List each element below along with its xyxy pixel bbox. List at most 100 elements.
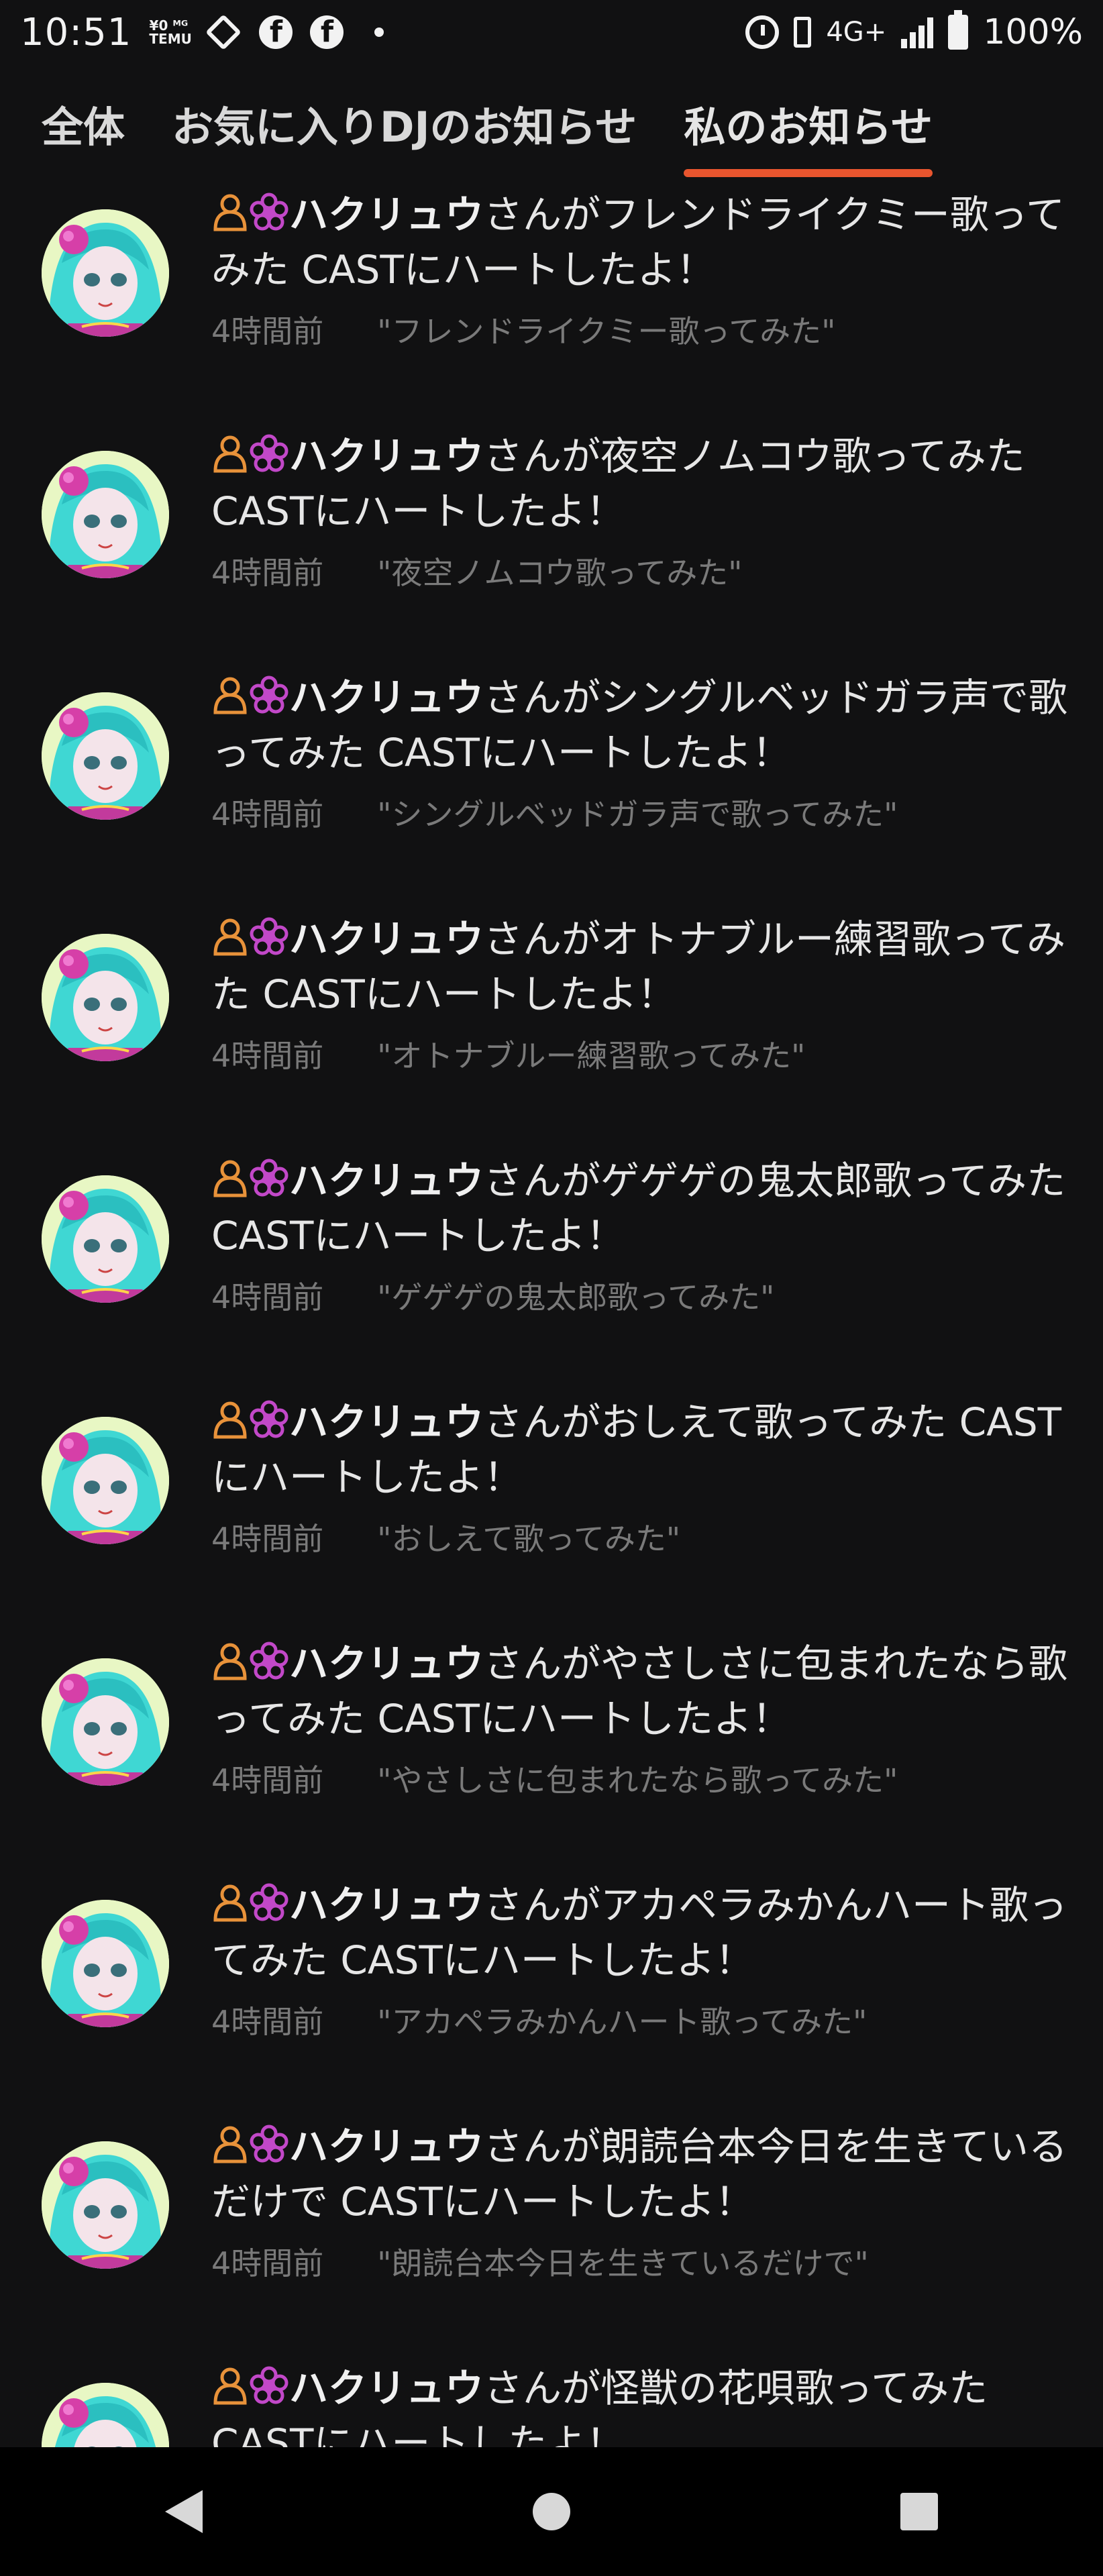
- list-item[interactable]: ハクリュウさんが朗読台本今日を生きているだけで CASTにハートしたよ！ 4時間…: [0, 2114, 1103, 2356]
- avatar[interactable]: [42, 451, 169, 578]
- avatar[interactable]: [42, 1658, 169, 1786]
- cast-title: "ゲゲゲの鬼太郎歌ってみた": [377, 1279, 775, 1316]
- list-item[interactable]: ハクリュウさんがやさしさに包まれたなら歌ってみた CASTにハートしたよ！ 4時…: [0, 1631, 1103, 1873]
- person-icon: [211, 433, 249, 486]
- timestamp: 4時間前: [211, 1038, 324, 1074]
- user-name: ハクリュウ: [289, 2124, 484, 2169]
- flower-icon: [249, 433, 289, 486]
- flower-icon: [249, 2124, 289, 2176]
- notification-meta: 4時間前 "やさしさに包まれたなら歌ってみた": [211, 1756, 1070, 1801]
- notification-list[interactable]: ハクリュウさんがフレンドライクミー歌ってみた CASTにハートしたよ！ 4時間前…: [0, 182, 1103, 2447]
- avatar[interactable]: [42, 934, 169, 1061]
- tab-all[interactable]: 全体: [42, 64, 125, 182]
- notification-content: ハクリュウさんがアカペラみかんハート歌ってみた CASTにハートしたよ！ 4時間…: [211, 1880, 1070, 2042]
- dot-icon: [374, 28, 384, 37]
- home-icon[interactable]: [533, 2493, 570, 2530]
- notification-content: ハクリュウさんがシングルベッドガラ声で歌ってみた CASTにハートしたよ！ 4時…: [211, 672, 1070, 835]
- flower-icon: [249, 675, 289, 727]
- list-item[interactable]: ハクリュウさんが怪獣の花唄歌ってみた CASTにハートしたよ！: [0, 2356, 1103, 2447]
- notification-content: ハクリュウさんがおしえて歌ってみた CASTにハートしたよ！ 4時間前 "おしえ…: [211, 1397, 1070, 1559]
- notification-meta: 4時間前 "朗読台本今日を生きているだけで": [211, 2239, 1070, 2284]
- notification-message: ハクリュウさんがゲゲゲの鬼太郎歌ってみた CASTにハートしたよ！: [211, 1155, 1070, 1261]
- navigation-bar: [0, 2447, 1103, 2576]
- timestamp: 4時間前: [211, 313, 324, 350]
- facebook-icon: f: [310, 15, 344, 49]
- person-icon: [211, 2365, 249, 2418]
- recents-icon[interactable]: [900, 2493, 938, 2530]
- status-bar: 10:51 ¥0 ᴹᴳ TEMU f f 4G+ 100%: [0, 0, 1103, 64]
- notification-message: ハクリュウさんがオトナブルー練習歌ってみた CASTにハートしたよ！: [211, 914, 1070, 1020]
- notification-meta: 4時間前 "ゲゲゲの鬼太郎歌ってみた": [211, 1273, 1070, 1318]
- cast-title: "フレンドライクミー歌ってみた": [377, 313, 836, 350]
- notification-message: ハクリュウさんがアカペラみかんハート歌ってみた CASTにハートしたよ！: [211, 1880, 1070, 1986]
- tab-all-label: 全体: [42, 103, 125, 152]
- notification-content: ハクリュウさんがゲゲゲの鬼太郎歌ってみた CASTにハートしたよ！ 4時間前 "…: [211, 1155, 1070, 1318]
- flower-icon: [249, 1158, 289, 1210]
- notification-message: ハクリュウさんがおしえて歌ってみた CASTにハートしたよ！: [211, 1397, 1070, 1503]
- list-item[interactable]: ハクリュウさんがおしえて歌ってみた CASTにハートしたよ！ 4時間前 "おしえ…: [0, 1390, 1103, 1631]
- notification-message: ハクリュウさんがシングルベッドガラ声で歌ってみた CASTにハートしたよ！: [211, 672, 1070, 778]
- notification-meta: 4時間前 "オトナブルー練習歌ってみた": [211, 1032, 1070, 1076]
- cast-title: "オトナブルー練習歌ってみた": [377, 1038, 806, 1074]
- flower-icon: [249, 2365, 289, 2418]
- battery-percent: 100%: [983, 12, 1083, 52]
- notification-content: ハクリュウさんが夜空ノムコウ歌ってみた CASTにハートしたよ！ 4時間前 "夜…: [211, 431, 1070, 593]
- person-icon: [211, 192, 249, 244]
- temu-icon-line2: TEMU: [149, 31, 192, 47]
- timestamp: 4時間前: [211, 1279, 324, 1316]
- avatar[interactable]: [42, 692, 169, 820]
- avatar[interactable]: [42, 1175, 169, 1303]
- tab-bar: 全体 お気に入りDJのお知らせ 私のお知らせ: [0, 64, 1103, 182]
- avatar[interactable]: [42, 2383, 169, 2447]
- tab-my-notifications-label: 私のお知らせ: [684, 103, 933, 152]
- active-tab-indicator: [684, 169, 933, 177]
- cast-title: "おしえて歌ってみた": [377, 1521, 680, 1557]
- network-type: 4G+: [826, 17, 887, 48]
- timestamp: 4時間前: [211, 1521, 324, 1557]
- list-item[interactable]: ハクリュウさんがゲゲゲの鬼太郎歌ってみた CASTにハートしたよ！ 4時間前 "…: [0, 1148, 1103, 1390]
- vibrate-icon: [794, 17, 812, 48]
- list-item[interactable]: ハクリュウさんがアカペラみかんハート歌ってみた CASTにハートしたよ！ 4時間…: [0, 1873, 1103, 2114]
- notification-content: ハクリュウさんがオトナブルー練習歌ってみた CASTにハートしたよ！ 4時間前 …: [211, 914, 1070, 1076]
- timestamp: 4時間前: [211, 555, 324, 591]
- notification-message: ハクリュウさんが朗読台本今日を生きているだけで CASTにハートしたよ！: [211, 2121, 1070, 2227]
- user-name: ハクリュウ: [289, 916, 484, 962]
- cast-title: "アカペラみかんハート歌ってみた": [377, 2004, 868, 2040]
- back-icon[interactable]: [165, 2490, 203, 2533]
- cast-title: "シングルベッドガラ声で歌ってみた": [377, 796, 898, 833]
- flower-icon: [249, 1641, 289, 1693]
- person-icon: [211, 2124, 249, 2176]
- timestamp: 4時間前: [211, 1762, 324, 1799]
- list-item[interactable]: ハクリュウさんがフレンドライクミー歌ってみた CASTにハートしたよ！ 4時間前…: [0, 182, 1103, 424]
- avatar[interactable]: [42, 1417, 169, 1544]
- notification-meta: 4時間前 "アカペラみかんハート歌ってみた": [211, 1998, 1070, 2042]
- cast-title: "朗読台本今日を生きているだけで": [377, 2245, 869, 2282]
- list-item[interactable]: ハクリュウさんがオトナブルー練習歌ってみた CASTにハートしたよ！ 4時間前 …: [0, 907, 1103, 1148]
- notification-content: ハクリュウさんがフレンドライクミー歌ってみた CASTにハートしたよ！ 4時間前…: [211, 189, 1070, 352]
- avatar[interactable]: [42, 2141, 169, 2269]
- notification-meta: 4時間前 "フレンドライクミー歌ってみた": [211, 307, 1070, 352]
- tab-favorite-dj[interactable]: お気に入りDJのお知らせ: [172, 64, 637, 182]
- avatar[interactable]: [42, 1900, 169, 2027]
- notification-content: ハクリュウさんがやさしさに包まれたなら歌ってみた CASTにハートしたよ！ 4時…: [211, 1638, 1070, 1801]
- notification-content: ハクリュウさんが朗読台本今日を生きているだけで CASTにハートしたよ！ 4時間…: [211, 2121, 1070, 2284]
- person-icon: [211, 675, 249, 727]
- temu-icon: ¥0 ᴹᴳ TEMU: [149, 19, 192, 47]
- diamond-icon: [205, 14, 242, 50]
- list-item[interactable]: ハクリュウさんがシングルベッドガラ声で歌ってみた CASTにハートしたよ！ 4時…: [0, 665, 1103, 907]
- notification-meta: 4時間前 "夜空ノムコウ歌ってみた": [211, 549, 1070, 593]
- flower-icon: [249, 916, 289, 969]
- list-item[interactable]: ハクリュウさんが夜空ノムコウ歌ってみた CASTにハートしたよ！ 4時間前 "夜…: [0, 424, 1103, 665]
- tab-my-notifications[interactable]: 私のお知らせ: [684, 64, 933, 182]
- facebook-icon: f: [259, 15, 293, 49]
- cast-title: "やさしさに包まれたなら歌ってみた": [377, 1762, 898, 1799]
- user-name: ハクリュウ: [289, 675, 484, 720]
- notification-message: ハクリュウさんがやさしさに包まれたなら歌ってみた CASTにハートしたよ！: [211, 1638, 1070, 1744]
- person-icon: [211, 1399, 249, 1452]
- timestamp: 4時間前: [211, 2245, 324, 2282]
- notification-meta: 4時間前 "シングルベッドガラ声で歌ってみた": [211, 790, 1070, 835]
- user-name: ハクリュウ: [289, 1399, 484, 1445]
- avatar[interactable]: [42, 209, 169, 337]
- notification-meta: 4時間前 "おしえて歌ってみた": [211, 1515, 1070, 1559]
- alarm-icon: [745, 15, 780, 49]
